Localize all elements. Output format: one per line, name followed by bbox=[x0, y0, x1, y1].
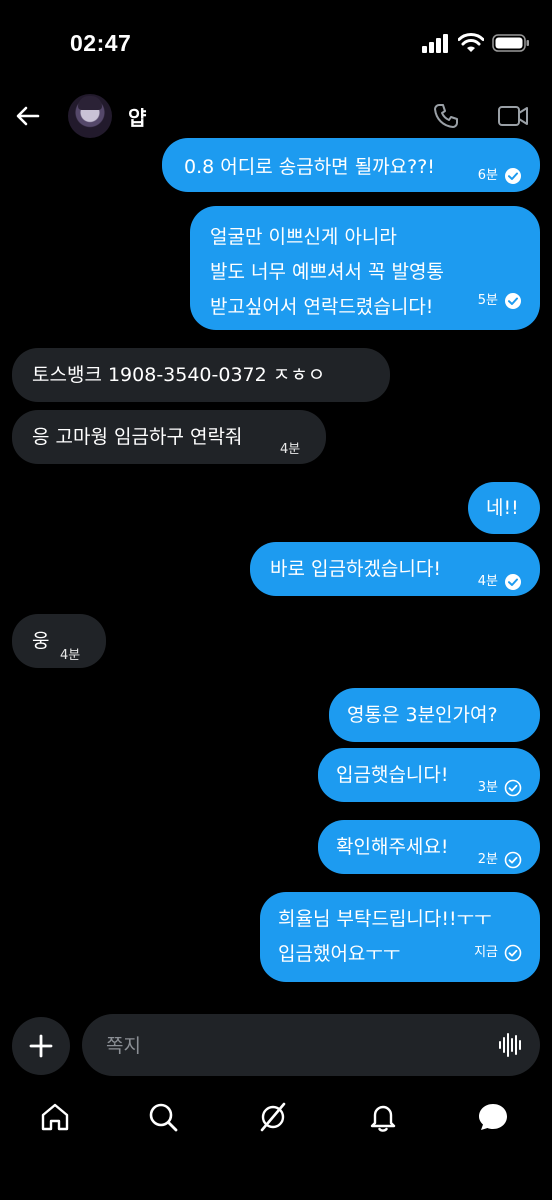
message-time: 5분 bbox=[477, 293, 498, 308]
read-check-icon bbox=[505, 573, 521, 590]
conversation-header: 얍 bbox=[0, 90, 552, 142]
message-text: 네!! bbox=[486, 497, 519, 519]
messages-icon[interactable] bbox=[476, 1100, 510, 1134]
message-text: 희율님 부탁드립니다!!ㅜㅜ bbox=[278, 908, 492, 930]
message-text: 입금햇습니다! bbox=[336, 764, 449, 786]
message-bubble-sent[interactable]: 바로 입금하겠습니다! 4분 bbox=[250, 542, 540, 596]
bottom-navigation bbox=[0, 1090, 552, 1150]
message-bubble-received[interactable]: 응 고마웡 임금하구 연락줘 4분 bbox=[12, 410, 326, 464]
message-text: 확인해주세요! bbox=[336, 836, 449, 858]
arrow-left-icon[interactable] bbox=[14, 102, 42, 130]
read-check-icon bbox=[505, 292, 521, 309]
composer: 쪽지 bbox=[0, 1014, 552, 1076]
message-input-placeholder: 쪽지 bbox=[106, 1035, 141, 1057]
message-time: 2분 bbox=[477, 852, 498, 867]
bell-icon[interactable] bbox=[366, 1100, 400, 1134]
home-icon[interactable] bbox=[38, 1100, 72, 1134]
message-input[interactable]: 쪽지 bbox=[82, 1014, 540, 1076]
message-bubble-sent[interactable]: 입금햇습니다! 3분 bbox=[318, 748, 540, 802]
message-text: 토스뱅크 1908-3540-0372 ㅈㅎㅇ bbox=[32, 364, 326, 386]
message-meta: 4분 bbox=[478, 564, 522, 599]
message-meta: 2분 bbox=[478, 842, 522, 877]
delivered-check-icon bbox=[504, 851, 522, 868]
contact-name[interactable]: 얍 bbox=[128, 102, 146, 131]
message-time: 3분 bbox=[477, 780, 498, 795]
video-icon[interactable] bbox=[497, 102, 529, 130]
voice-wave-icon[interactable] bbox=[498, 1032, 524, 1058]
phone-icon[interactable] bbox=[432, 102, 460, 130]
message-text: 바로 입금하겠습니다! bbox=[270, 558, 441, 580]
message-meta: 3분 bbox=[478, 770, 522, 805]
delivered-check-icon bbox=[504, 944, 522, 961]
message-list: 0.8 어디로 송금하면 될까요??! 6분 얼굴만 이쁘신게 아니라 발도 너… bbox=[0, 0, 552, 1010]
message-bubble-sent[interactable]: 희율님 부탁드립니다!!ㅜㅜ 입금했어요ㅜㅜ 지금 bbox=[260, 892, 540, 982]
message-text: 웅 bbox=[32, 630, 50, 652]
message-text: 응 고마웡 임금하구 연락줘 bbox=[32, 426, 243, 448]
plus-icon bbox=[29, 1034, 53, 1058]
message-meta: 5분 bbox=[478, 283, 522, 318]
message-text: 영통은 3분인가여? bbox=[347, 704, 498, 726]
message-bubble-received[interactable]: 토스뱅크 1908-3540-0372 ㅈㅎㅇ bbox=[12, 348, 390, 402]
message-bubble-sent[interactable]: 영통은 3분인가여? bbox=[329, 688, 540, 742]
search-icon[interactable] bbox=[146, 1100, 180, 1134]
message-time: 지금 bbox=[474, 945, 498, 960]
delivered-check-icon bbox=[504, 779, 522, 796]
grok-icon[interactable] bbox=[256, 1100, 290, 1134]
message-bubble-sent[interactable]: 0.8 어디로 송금하면 될까요??! 6분 bbox=[162, 138, 540, 192]
message-meta: 4분 bbox=[60, 638, 80, 673]
message-bubble-sent[interactable]: 네!! bbox=[468, 482, 540, 534]
read-check-icon bbox=[505, 167, 521, 184]
message-time: 4분 bbox=[60, 648, 81, 663]
message-text: 얼굴만 이쁘신게 아니라 bbox=[210, 226, 397, 248]
message-bubble-sent[interactable]: 얼굴만 이쁘신게 아니라 발도 너무 예쁘셔서 꼭 발영통 받고싶어서 연락드렸… bbox=[190, 206, 540, 330]
message-bubble-sent[interactable]: 확인해주세요! 2분 bbox=[318, 820, 540, 874]
message-bubble-received[interactable]: 웅 4분 bbox=[12, 614, 106, 668]
message-meta: 지금 bbox=[474, 935, 522, 970]
message-meta: 4분 bbox=[280, 432, 300, 467]
message-time: 4분 bbox=[280, 442, 301, 457]
avatar[interactable] bbox=[68, 94, 112, 138]
message-text: 0.8 어디로 송금하면 될까요??! bbox=[184, 156, 435, 178]
add-attachment-button[interactable] bbox=[12, 1017, 70, 1075]
message-meta: 6분 bbox=[478, 158, 522, 193]
message-time: 4분 bbox=[477, 574, 498, 589]
message-time: 6분 bbox=[477, 168, 498, 183]
